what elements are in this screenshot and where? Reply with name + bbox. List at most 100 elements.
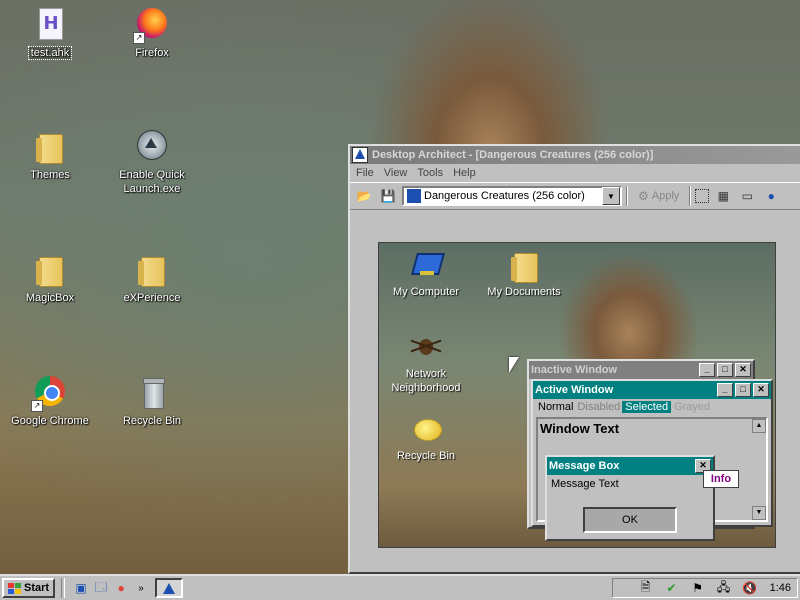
pufferfish-recycle-icon (410, 413, 442, 445)
window-title: Desktop Architect - [Dangerous Creatures… (372, 149, 654, 161)
menu-bar: File View Tools Help (350, 164, 800, 182)
app-icon (352, 147, 368, 163)
maximize-icon: □ (735, 383, 751, 397)
menu-grayed: Grayed (674, 401, 711, 413)
system-tray: 🗎 ✔ ⚑ 🖧 🔇 1:46 (612, 578, 798, 598)
folder-icon (508, 249, 540, 283)
chevron-right-icon[interactable]: » (131, 579, 151, 597)
explorer-icon[interactable]: 🗔 (91, 579, 111, 597)
toolbar-separator (626, 186, 628, 206)
toolbar-separator (689, 186, 692, 206)
security-shield-icon[interactable]: ✔ (662, 579, 682, 597)
desktop-icon-enable-quick-launch[interactable]: Enable Quick Launch.exe (104, 130, 200, 196)
inactive-window-titlebar: Inactive Window _ □ ✕ (529, 361, 753, 379)
apply-label: Apply (651, 190, 680, 202)
firefox-icon: ↗ (133, 8, 169, 44)
app-icon (163, 582, 176, 594)
taskbar-separator (61, 578, 66, 598)
apply-icon: ⚙ (638, 189, 649, 203)
window-icon[interactable]: ▭ (737, 186, 757, 206)
flag-icon[interactable]: ⚑ (688, 579, 708, 597)
tooltip-text: Info (710, 473, 732, 485)
folder-icon (33, 253, 67, 287)
desktop-icon-magicbox[interactable]: MagicBox (2, 253, 98, 305)
theme-preview: My Computer My Documents Network Neighbo… (378, 242, 776, 548)
menu-tools[interactable]: Tools (417, 167, 443, 179)
toolbar: 📂 💾 Dangerous Creatures (256 color) ▼ ⚙ … (350, 182, 800, 210)
quick-launch-exe-icon (135, 130, 169, 164)
desktop-icon-test-ahk[interactable]: H test.ahk (2, 8, 98, 60)
info-tooltip: Info (703, 470, 739, 488)
minimize-icon: _ (699, 363, 715, 377)
folder-icon (135, 253, 169, 287)
desktop-icon-label: Firefox (135, 47, 169, 59)
preview-icon-my-documents: My Documents (479, 249, 569, 299)
document-icon[interactable]: 🗎 (636, 579, 656, 597)
desktop-icon-label: Themes (30, 169, 70, 181)
preview-icon-recycle-bin: Recycle Bin (381, 413, 471, 463)
scrollbar-down-icon: ▼ (752, 506, 766, 520)
desktop-icon-firefox[interactable]: ↗ Firefox (104, 8, 200, 60)
desktop-icon-experience[interactable]: eXPerience (104, 253, 200, 305)
desktop-icon-label: Recycle Bin (122, 415, 182, 427)
recycle-bin-icon (135, 376, 169, 410)
select-region-icon[interactable] (695, 189, 710, 203)
window-titlebar[interactable]: Desktop Architect - [Dangerous Creatures… (350, 146, 800, 164)
preview-menu-row: Normal Disabled Selected Grayed (533, 399, 771, 415)
preview-icon-my-computer: My Computer (381, 249, 471, 299)
ahk-script-icon: H (33, 8, 67, 42)
desktop-architect-window: Desktop Architect - [Dangerous Creatures… (348, 144, 800, 574)
desktop-icon-google-chrome[interactable]: ↗ Google Chrome (2, 376, 98, 428)
show-desktop-icon[interactable]: ▣ (71, 579, 91, 597)
start-label: Start (24, 582, 50, 594)
mouse-cursor-icon (509, 357, 519, 373)
menu-selected: Selected (622, 401, 672, 413)
theme-select[interactable]: Dangerous Creatures (256 color) ▼ (402, 186, 622, 206)
start-button[interactable]: Start (2, 578, 56, 598)
computer-icon (410, 249, 445, 281)
volume-muted-icon[interactable]: 🔇 (740, 579, 760, 597)
color-icon[interactable]: ● (761, 186, 781, 206)
apply-button[interactable]: ⚙ Apply (632, 189, 685, 203)
preview-icon-network: Network Neighborhood (381, 331, 471, 395)
window-text: Window Text (540, 421, 620, 436)
menu-help[interactable]: Help (453, 167, 476, 179)
taskbar-button-desktop-architect[interactable] (155, 578, 184, 598)
desktop-icon-label: Enable Quick Launch.exe (119, 169, 185, 195)
menu-normal: Normal (538, 401, 574, 413)
desktop-icon-themes[interactable]: Themes (2, 130, 98, 182)
theme-select-value: Dangerous Creatures (256 color) (424, 190, 585, 202)
preview-icon-label: My Documents (487, 286, 561, 298)
maximize-icon: □ (717, 363, 733, 377)
menu-disabled: Disabled (577, 401, 621, 413)
clock[interactable]: 1:46 (770, 582, 791, 594)
desktop-icon-label: test.ahk (27, 46, 73, 60)
desktop-icon-label: Google Chrome (11, 415, 89, 427)
open-folder-icon[interactable]: 📂 (354, 186, 374, 206)
network-icon[interactable]: 🖧 (714, 579, 734, 597)
chrome-icon: ↗ (31, 376, 67, 412)
active-window-titlebar: Active Window _ □ ✕ (533, 381, 771, 399)
image-icon[interactable]: ▦ (713, 186, 733, 206)
preview-message-box: Message Box ✕ Message Text OK (545, 455, 715, 541)
message-box-titlebar: Message Box ✕ (547, 457, 713, 475)
taskbar: Start ▣ 🗔 ● » 🗎 ✔ ⚑ 🖧 🔇 1:46 (0, 574, 800, 600)
minimize-icon: _ (717, 383, 733, 397)
desktop-icon-recycle-bin[interactable]: Recycle Bin (104, 376, 200, 428)
windows-logo-icon (8, 582, 21, 594)
inactive-window-title: Inactive Window (531, 364, 618, 376)
preview-icon-label: My Computer (392, 286, 460, 298)
ok-label: OK (622, 514, 638, 526)
theme-icon (407, 189, 421, 203)
menu-view[interactable]: View (384, 167, 408, 179)
chrome-icon[interactable]: ● (111, 579, 131, 597)
folder-icon (33, 130, 67, 164)
active-window-title: Active Window (535, 384, 614, 396)
chevron-down-icon[interactable]: ▼ (602, 187, 620, 205)
scrollbar-up-icon: ▲ (752, 419, 766, 433)
menu-file[interactable]: File (356, 167, 374, 179)
preview-icon-label: Recycle Bin (396, 450, 456, 462)
ok-button: OK (583, 507, 677, 533)
shortcut-arrow-icon: ↗ (133, 32, 145, 44)
save-icon[interactable]: 💾 (378, 186, 398, 206)
